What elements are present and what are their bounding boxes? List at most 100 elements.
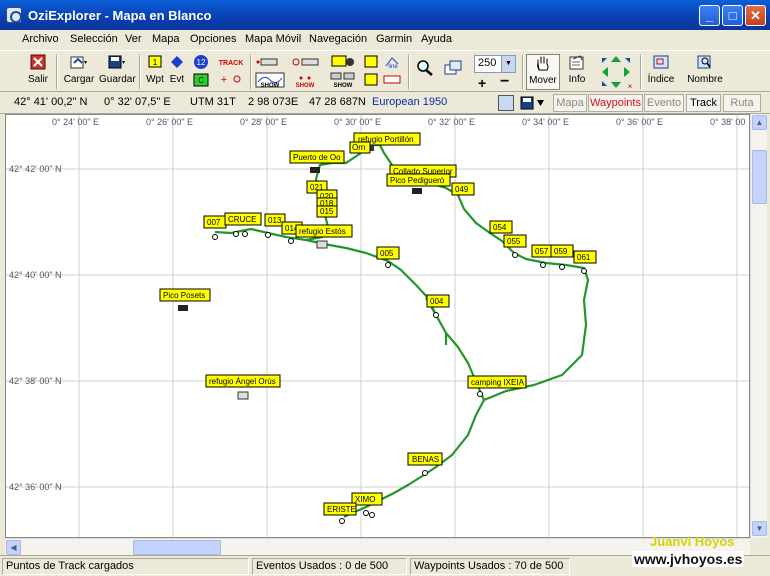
numbered-waypoint-button[interactable]: 12 C [189,54,213,90]
waypoint-055[interactable]: 055 [503,234,527,258]
status-events-used: Eventos Usados : 0 de 500 [252,558,407,575]
lon-label: 0° 38' 00 [710,117,745,127]
waypoint-camping-ixeia[interactable]: camping IXEIA [467,375,527,397]
lon-label: 0° 24' 00" E [52,117,99,127]
status-waypoints-used: Waypoints Usados : 70 de 500 [410,558,570,575]
maximize-button[interactable]: □ [722,5,743,26]
window-view-button[interactable] [440,54,466,90]
waypoint-pico-pedigueru[interactable]: Pico Pedigueró [386,173,451,194]
menu-garmin[interactable]: Garmin [376,33,412,45]
menu-archivo[interactable]: Archivo [22,33,59,45]
mode-track[interactable]: Track [686,94,721,112]
load-button[interactable]: Cargar [62,54,96,90]
save-button[interactable]: Guardar [99,54,136,90]
waypoint-004[interactable]: 004 [426,294,450,318]
minimize-button[interactable]: _ [699,5,720,26]
load-icon [70,56,87,69]
show-events-icon: SHOW [330,55,355,89]
show-track-icon: SHOW [255,58,285,89]
toolbar: Salir Cargar Guardar 1 Wpt Evt 12 C TRAC… [0,50,770,92]
close-button[interactable]: ✕ [745,5,766,26]
scroll-up-icon[interactable]: ▲ [752,115,767,130]
find-name-icon [697,55,711,69]
mode-ruta[interactable]: Ruta [723,94,761,112]
datum-label: European 1950 [372,96,448,108]
track-plus-icon: TRACK + [219,60,244,86]
zoom-magnifier-button[interactable] [414,54,436,90]
menu-navegacion[interactable]: Navegación [309,33,367,45]
move-button[interactable]: Mover [526,54,560,90]
svg-text:013: 013 [268,216,282,225]
horizontal-scroll-thumb[interactable] [133,540,221,555]
mode-mapa[interactable]: Mapa [553,94,587,112]
save-position-icon[interactable] [520,95,546,111]
event-diamond-icon [171,56,183,68]
waypoint-061[interactable]: 061 [573,250,597,274]
exit-button[interactable]: Salir [24,54,52,90]
zoom-in-icon[interactable]: + [478,75,486,91]
vertical-scroll-thumb[interactable] [752,150,767,204]
zoom-out-icon[interactable]: − [500,73,509,91]
show-waypoints-button[interactable]: SHOW [289,54,321,90]
magnifier-icon [417,60,433,76]
waypoint-puerto-de-oo[interactable]: Puerto de Oo [289,150,345,173]
menu-mapa[interactable]: Mapa [152,33,180,45]
menu-mapa-movil[interactable]: Mapa Móvil [245,33,301,45]
menu-ver[interactable]: Ver [125,33,142,45]
pan-arrows-button[interactable]: × [596,54,636,91]
svg-text:015: 015 [320,207,334,216]
info-button[interactable]: Info [563,54,591,90]
svg-text:007: 007 [207,218,221,227]
waypoint-054[interactable]: 054 [489,220,513,234]
waypoint-button[interactable]: 1 Wpt [144,54,166,90]
waypoint-eriste[interactable]: ERISTE [323,502,357,524]
svg-text:camping IXEIA: camping IXEIA [471,378,525,387]
map-image-icon[interactable] [498,95,514,111]
waypoint-pico-posets[interactable]: Pico Posets [159,288,211,311]
svg-text:refugio Ángel Orús: refugio Ángel Orús [209,377,276,386]
longitude-readout: 0° 32' 07,5" E [104,96,171,108]
watermark-url: www.jvhoyos.es [632,551,745,567]
vertical-scrollbar[interactable]: ▲ ▼ [750,114,767,538]
svg-text:line: line [388,64,398,70]
scroll-left-icon[interactable]: ◀ [6,540,21,555]
info-icon [569,55,584,70]
route-tools[interactable]: line [362,54,404,90]
lon-label: 0° 30' 00" E [334,117,381,127]
waypoint-005[interactable]: 005 [376,246,400,268]
event-button[interactable]: Evt [166,54,188,90]
map-canvas[interactable]: 0° 24' 00" E 0° 26' 00" E 0° 28' 00" E 0… [5,114,750,538]
menu-seleccion[interactable]: Selección [70,33,118,45]
map-svg[interactable]: 0° 24' 00" E 0° 26' 00" E 0° 28' 00" E 0… [6,115,750,538]
window-title: OziExplorer - Mapa en Blanco [28,8,212,23]
waypoint-049[interactable]: 049 [451,182,475,196]
svg-text:059: 059 [554,247,568,256]
menu-ayuda[interactable]: Ayuda [421,33,452,45]
svg-text:CRUCE: CRUCE [228,215,256,224]
waypoint-007[interactable]: 007 [203,215,227,240]
svg-text:061: 061 [577,253,591,262]
utm-northing: 47 28 687N [309,96,366,108]
scroll-down-icon[interactable]: ▼ [752,521,767,536]
waypoint-benas[interactable]: BENAS [407,452,443,476]
svg-text:1: 1 [153,58,158,67]
status-track-points: Puntos de Track cargados [2,558,249,575]
gps-track[interactable] [214,227,486,518]
mode-evento[interactable]: Evento [644,94,684,112]
pan-arrows-icon: × [602,56,633,91]
waypoint-refugio-angel-orus[interactable]: refugio Ángel Orús [205,374,281,400]
show-track-button[interactable]: SHOW [254,54,286,90]
floppy-save-icon [108,55,125,69]
index-button[interactable]: Índice [646,54,676,90]
find-by-name-button[interactable]: Nombre [686,54,724,90]
utm-easting: 2 98 073E [248,96,299,108]
track-tools[interactable]: TRACK + [215,54,247,90]
waypoint-orn[interactable]: Orn [349,141,371,154]
waypoint-015[interactable]: 015 [316,205,338,218]
mode-waypoints[interactable]: Waypoints [588,94,643,112]
show-events-button[interactable]: SHOW [328,54,358,90]
zoom-level-select[interactable]: 250 ▼ [474,55,516,73]
menu-opciones[interactable]: Opciones [190,33,236,45]
svg-text:005: 005 [380,249,394,258]
waypoint-refugio-estos[interactable]: refugio Estós [295,224,353,249]
